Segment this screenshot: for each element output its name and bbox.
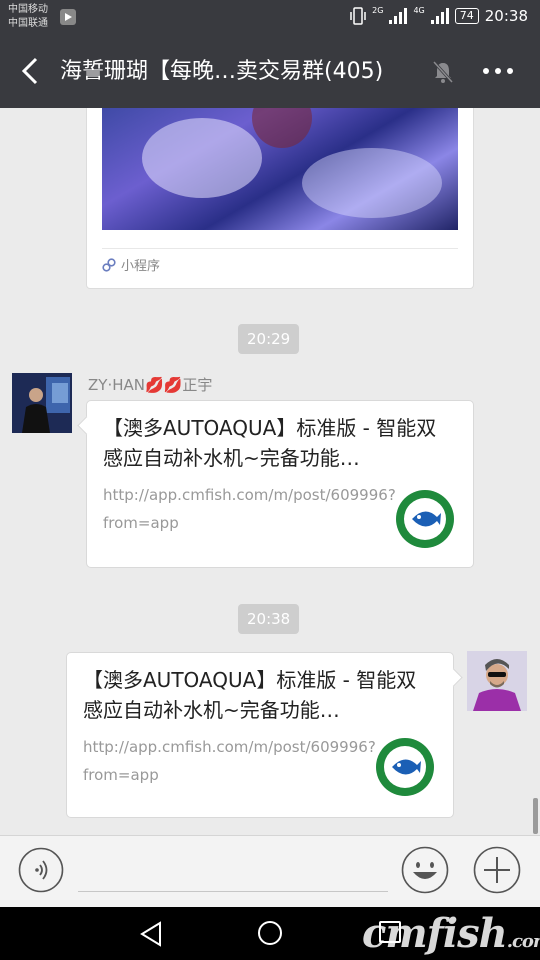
chat-messages[interactable]: 小程序 20:29 ZY·HAN💋💋正宇 【澳多AUTOAQUA】标准版 - 智… xyxy=(0,108,540,835)
chat-header: 海誓珊瑚【每晚…卖交易群(405) xyxy=(0,36,540,108)
input-bar xyxy=(0,835,540,908)
carrier-2: 中国联通 xyxy=(8,18,48,29)
vibrate-icon xyxy=(350,7,366,25)
mini-program-label: 小程序 xyxy=(121,259,161,274)
battery-indicator: 74 xyxy=(454,8,479,24)
message-input[interactable] xyxy=(78,891,388,892)
cmfish-logo-icon xyxy=(396,490,454,548)
my-avatar[interactable] xyxy=(467,651,527,711)
signal-icon-1 xyxy=(389,8,408,24)
status-bar: 中国移动 中国联通 2G 4G 74 20:38 xyxy=(0,0,540,36)
plus-icon[interactable] xyxy=(473,846,521,894)
cmfish-logo-icon xyxy=(376,738,434,796)
signal-icon-2 xyxy=(430,8,449,24)
status-icons: 2G 4G 74 20:38 xyxy=(350,5,528,25)
mini-program-icon xyxy=(102,257,116,272)
clock: 20:38 xyxy=(484,7,528,25)
watermark: cmfish.com xyxy=(362,910,540,957)
link-title: 【澳多AUTOAQUA】标准版 - 智能双感应自动补水机~完备功能… xyxy=(103,416,437,470)
voice-input-icon[interactable] xyxy=(18,847,64,893)
network-type-2: 4G xyxy=(413,5,425,15)
emoji-icon[interactable] xyxy=(401,846,449,894)
nav-home-icon[interactable] xyxy=(257,920,283,946)
notification-app-icon xyxy=(60,9,76,25)
sender-avatar[interactable] xyxy=(12,373,72,433)
scrollbar[interactable] xyxy=(533,798,538,834)
mini-program-card[interactable]: 小程序 xyxy=(86,108,474,289)
link-card-outgoing[interactable]: 【澳多AUTOAQUA】标准版 - 智能双感应自动补水机~完备功能… http:… xyxy=(66,652,463,818)
carrier-1: 中国移动 xyxy=(8,4,48,15)
link-url: http://app.cmfish.com/m/post/609996?from… xyxy=(83,738,376,784)
chat-title: 海誓珊瑚【每晚…卖交易群(405) xyxy=(60,59,384,84)
carrier-info: 中国移动 中国联通 xyxy=(8,3,48,31)
more-options-icon[interactable] xyxy=(480,58,516,84)
nav-back-icon[interactable] xyxy=(138,920,164,948)
mute-bell-icon xyxy=(432,60,454,84)
mini-program-image xyxy=(102,108,458,230)
mini-program-footer: 小程序 xyxy=(102,248,458,274)
network-type-1: 2G xyxy=(372,5,384,15)
link-url: http://app.cmfish.com/m/post/609996?from… xyxy=(103,486,396,532)
link-title: 【澳多AUTOAQUA】标准版 - 智能双感应自动补水机~完备功能… xyxy=(83,668,417,722)
link-card-incoming[interactable]: 【澳多AUTOAQUA】标准版 - 智能双感应自动补水机~完备功能… http:… xyxy=(77,400,474,568)
back-arrow-icon[interactable] xyxy=(16,56,46,86)
timestamp: 20:38 xyxy=(238,604,300,634)
timestamp: 20:29 xyxy=(238,324,300,354)
sender-name: ZY·HAN💋💋正宇 xyxy=(88,376,213,394)
